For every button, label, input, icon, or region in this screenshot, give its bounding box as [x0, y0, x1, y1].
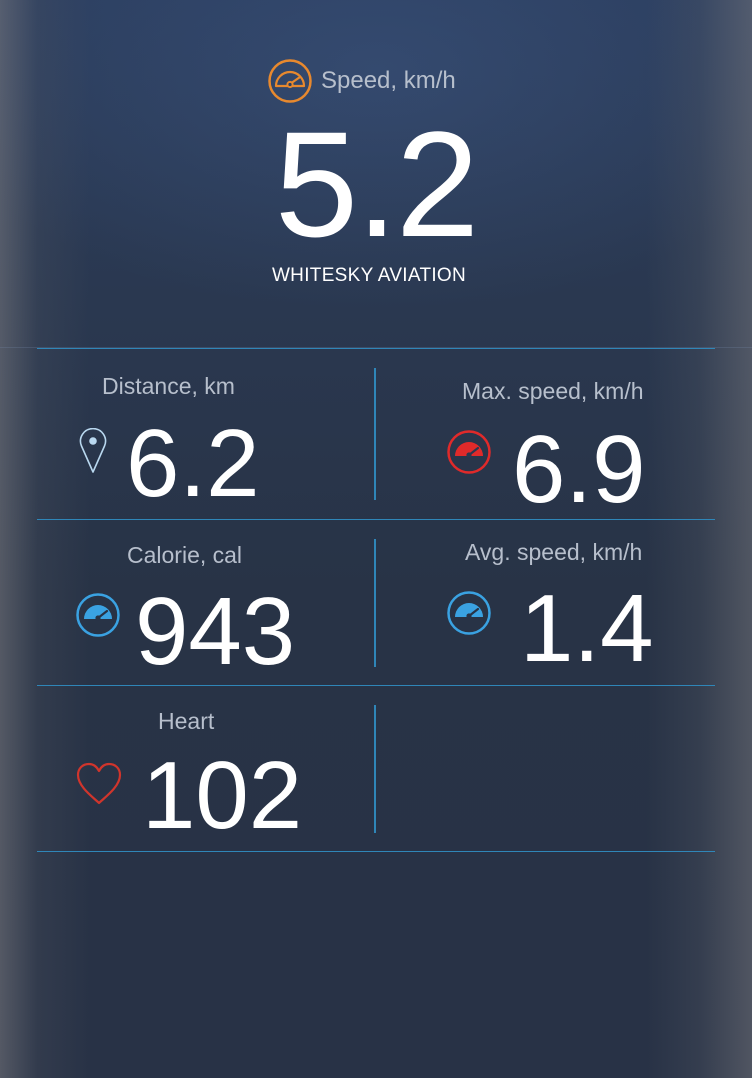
speedometer-icon — [447, 591, 491, 635]
avg-speed-value: 1.4 — [520, 575, 654, 682]
calorie-value: 943 — [135, 578, 296, 685]
operator-name: WHITESKY AVIATION — [271, 265, 467, 286]
speed-dashboard: { "hero": { "label": "Speed, km/h", "val… — [0, 0, 752, 1078]
grid-line — [37, 348, 715, 349]
heart-icon — [76, 762, 122, 805]
avg-speed-label: Avg. speed, km/h — [465, 539, 643, 565]
speedometer-icon — [447, 430, 491, 474]
speed-hero: Speed, km/h 5.2 WHITESKY AVIATION — [0, 0, 752, 347]
speedometer-icon — [76, 593, 120, 637]
map-pin-icon — [79, 428, 107, 473]
distance-label: Distance, km — [102, 373, 235, 399]
heart-value: 102 — [142, 742, 303, 849]
grid-line — [37, 685, 715, 686]
grid-divider — [374, 539, 376, 667]
heart-label: Heart — [158, 708, 215, 734]
grid-divider — [374, 368, 376, 500]
grid-divider — [374, 705, 376, 833]
speedometer-icon — [268, 59, 312, 103]
distance-value: 6.2 — [126, 410, 260, 517]
max-speed-value: 6.9 — [512, 416, 646, 523]
calorie-label: Calorie, cal — [127, 542, 243, 568]
speed-value: 5.2 — [274, 100, 480, 268]
speed-label: Speed, km/h — [321, 67, 456, 94]
grid-line — [37, 851, 715, 852]
speed-label-row: Speed, km/h — [267, 58, 456, 104]
max-speed-label: Max. speed, km/h — [462, 378, 644, 404]
